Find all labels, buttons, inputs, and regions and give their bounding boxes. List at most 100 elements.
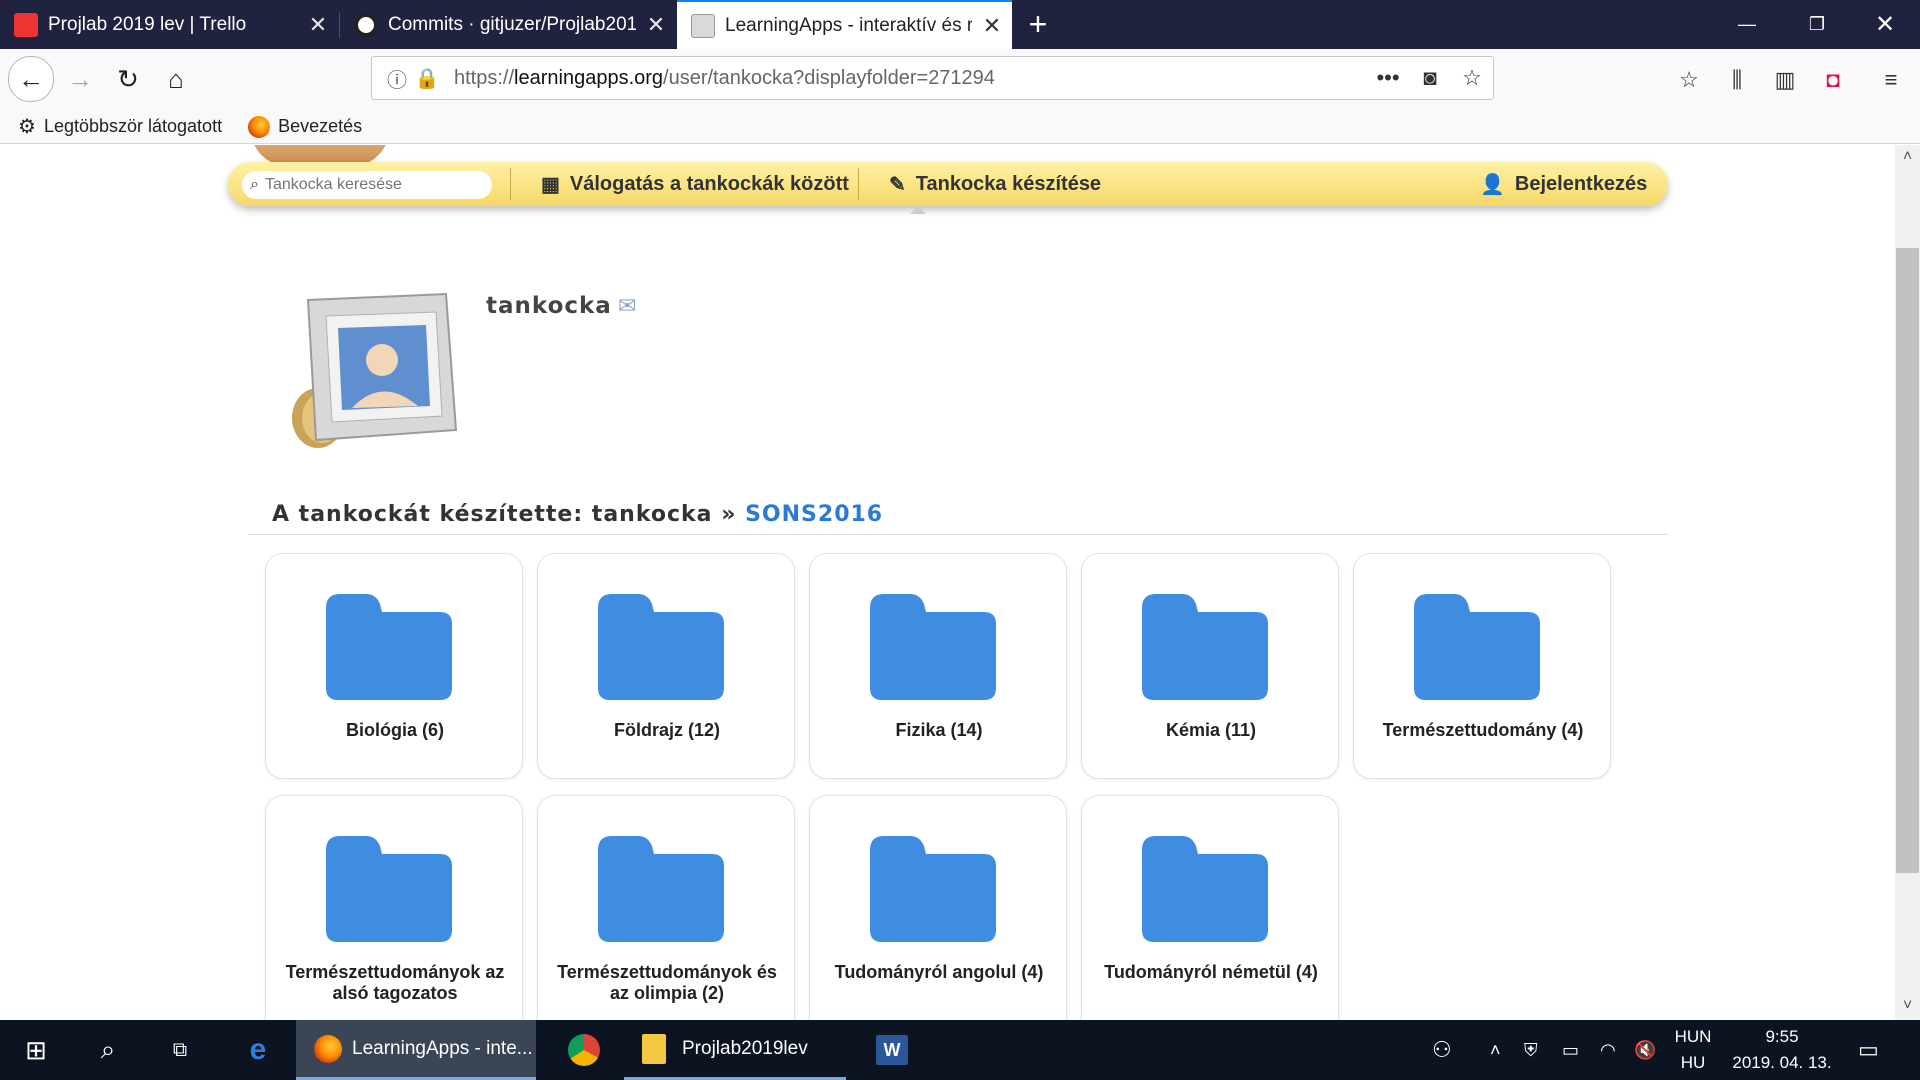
folder-label: Természettudományok az alsó tagozatos bbox=[285, 962, 505, 1003]
minimize-button[interactable]: — bbox=[1717, 0, 1777, 49]
firefox-icon bbox=[314, 1034, 342, 1063]
clock-time: 9:55 bbox=[1765, 1027, 1799, 1046]
breadcrumb-separator: » bbox=[721, 502, 737, 527]
clock-date: 2019. 04. 13. bbox=[1732, 1053, 1832, 1072]
folder-label: Tudományról angolul (4) bbox=[834, 962, 1044, 982]
notifications-icon[interactable]: ▭ bbox=[1858, 1020, 1879, 1080]
close-window-button[interactable]: ✕ bbox=[1855, 0, 1915, 49]
folder-card[interactable]: Természettudomány (4) bbox=[1353, 553, 1611, 779]
folder-icon bbox=[642, 1033, 666, 1064]
hamburger-menu-icon[interactable]: ≡ bbox=[1874, 63, 1908, 97]
library-icon[interactable]: ⫼ bbox=[1720, 63, 1754, 97]
show-hidden-icons-button[interactable]: ˄ bbox=[1490, 1020, 1501, 1080]
reload-button[interactable]: ↻ bbox=[106, 57, 150, 101]
folder-icon bbox=[326, 594, 452, 700]
search-button[interactable]: ⌕ bbox=[82, 1020, 134, 1080]
profile-username: tankocka bbox=[486, 293, 612, 319]
folder-card[interactable]: Természettudományok és az olimpia (2) bbox=[537, 795, 795, 1020]
bookmark-most-visited[interactable]: ⚙ Legtöbbször látogatott bbox=[18, 114, 222, 139]
pocket-icon[interactable]: ◙ bbox=[1409, 65, 1451, 91]
folder-icon bbox=[598, 836, 724, 942]
security-shield-icon[interactable]: ⛨ bbox=[1524, 1020, 1538, 1080]
folder-card[interactable]: Természettudományok az alsó tagozatos bbox=[265, 795, 523, 1020]
browser-tab-strip: Projlab 2019 lev | Trello ✕ Commits · gi… bbox=[0, 0, 1920, 49]
site-navigation-bar: ⌕ ▦ Válogatás a tankockák között ✎ Tanko… bbox=[228, 162, 1668, 214]
bookmark-getting-started[interactable]: Bevezetés bbox=[248, 115, 362, 138]
search-input[interactable] bbox=[264, 176, 465, 194]
taskbar-app-firefox[interactable]: LearningApps - inte... bbox=[296, 1020, 536, 1080]
page-actions-icon[interactable]: ••• bbox=[1367, 65, 1409, 91]
active-nav-indicator bbox=[910, 206, 926, 214]
folder-label: Kémia (11) bbox=[1165, 720, 1257, 740]
breadcrumb-current-folder[interactable]: SONS2016 bbox=[745, 502, 883, 527]
folder-card[interactable]: Biológia (6) bbox=[265, 553, 523, 779]
folder-icon bbox=[870, 836, 996, 942]
url-scheme: https:// bbox=[454, 66, 515, 89]
url-host: learningapps.org bbox=[514, 66, 664, 89]
extension-icon[interactable]: ◘ bbox=[1816, 63, 1850, 97]
github-favicon-icon bbox=[354, 12, 378, 37]
battery-icon[interactable]: ▭ bbox=[1562, 1020, 1579, 1080]
folder-card[interactable]: Tudományról németül (4) bbox=[1081, 795, 1339, 1020]
reload-icon: ↻ bbox=[117, 63, 139, 94]
nav-divider bbox=[510, 168, 511, 200]
folder-icon bbox=[1142, 836, 1268, 942]
taskbar-app-word[interactable]: W bbox=[858, 1020, 928, 1080]
folder-icon bbox=[598, 594, 724, 700]
tab-learningapps[interactable]: LearningApps - interaktív és multimédiás… bbox=[677, 0, 1012, 49]
sidebar-icon[interactable]: ▥ bbox=[1768, 63, 1802, 97]
tab-title: Projlab 2019 lev | Trello bbox=[48, 13, 247, 35]
folder-card[interactable]: Kémia (11) bbox=[1081, 553, 1339, 779]
home-button[interactable]: ⌂ bbox=[154, 57, 198, 101]
folder-label: Tudományról németül (4) bbox=[1104, 962, 1318, 982]
edge-taskbar-button[interactable]: e bbox=[232, 1020, 284, 1080]
bookmarks-menu-icon[interactable]: ☆ bbox=[1672, 63, 1706, 97]
close-tab-icon[interactable]: ✕ bbox=[636, 12, 676, 38]
new-tab-button[interactable]: + bbox=[1020, 6, 1056, 42]
tab-trello[interactable]: Projlab 2019 lev | Trello ✕ bbox=[0, 0, 338, 49]
volume-muted-icon[interactable]: 🔇 bbox=[1634, 1020, 1656, 1080]
trello-favicon-icon bbox=[14, 12, 38, 37]
folder-label: Fizika (14) bbox=[895, 720, 983, 740]
search-icon: ⌕ bbox=[100, 1034, 116, 1064]
login-link[interactable]: 👤 Bejelentkezés bbox=[1480, 162, 1647, 206]
close-tab-icon[interactable]: ✕ bbox=[298, 12, 338, 38]
input-language-indicator[interactable]: HUN HU bbox=[1668, 1020, 1718, 1080]
user-icon: 👤 bbox=[1480, 173, 1505, 196]
folder-card[interactable]: Tudományról angolul (4) bbox=[809, 795, 1067, 1020]
tab-github[interactable]: Commits · gitjuzer/Projlab2019lev ✕ bbox=[340, 0, 676, 49]
info-icon[interactable]: ⓘ bbox=[382, 64, 412, 93]
scrollbar-thumb[interactable] bbox=[1896, 248, 1919, 873]
bookmark-star-icon[interactable]: ☆ bbox=[1451, 65, 1493, 91]
search-box[interactable]: ⌕ bbox=[242, 171, 492, 199]
lock-icon: 🔒 bbox=[414, 67, 440, 90]
task-view-button[interactable]: ⧉ bbox=[154, 1020, 206, 1080]
browse-apps-link[interactable]: ▦ Válogatás a tankockák között bbox=[541, 162, 849, 206]
close-tab-icon[interactable]: ✕ bbox=[972, 13, 1012, 39]
breadcrumb-creator: A tankockát készítette: tankocka bbox=[272, 502, 713, 527]
folder-card[interactable]: Fizika (14) bbox=[809, 553, 1067, 779]
start-button[interactable]: ⊞ bbox=[10, 1020, 62, 1080]
back-button[interactable]: ← bbox=[8, 56, 54, 102]
browser-toolbar: ← → ↻ ⌂ ⓘ 🔒 https://learningapps.org/use… bbox=[0, 49, 1920, 110]
restore-button[interactable]: ❐ bbox=[1787, 0, 1847, 49]
arrow-left-icon: ← bbox=[18, 63, 44, 94]
folder-card[interactable]: Földrajz (12) bbox=[537, 553, 795, 779]
taskbar-app-explorer[interactable]: Projlab2019lev bbox=[624, 1020, 846, 1080]
taskbar-app-chrome[interactable] bbox=[550, 1020, 620, 1080]
url-text[interactable]: https://learningapps.org/user/tankocka?d… bbox=[454, 67, 1367, 90]
folder-label: Természettudományok és az olimpia (2) bbox=[557, 962, 777, 1003]
grid-icon: ▦ bbox=[541, 173, 560, 196]
windows-logo-icon: ⊞ bbox=[25, 1034, 47, 1065]
system-clock[interactable]: 9:55 2019. 04. 13. bbox=[1722, 1020, 1842, 1080]
word-icon: W bbox=[876, 1035, 908, 1065]
windows-taskbar: ⊞ ⌕ ⧉ e LearningApps - inte... Projlab20… bbox=[0, 1020, 1920, 1080]
mail-icon[interactable]: ✉ bbox=[618, 293, 636, 319]
forward-button[interactable]: → bbox=[58, 57, 102, 101]
address-bar[interactable]: ⓘ 🔒 https://learningapps.org/user/tankoc… bbox=[371, 56, 1494, 100]
wifi-icon[interactable]: ◠ bbox=[1600, 1020, 1616, 1080]
people-icon[interactable]: ⚇ bbox=[1432, 1020, 1452, 1080]
scroll-up-icon[interactable]: ˄ bbox=[1895, 148, 1920, 166]
create-app-link[interactable]: ✎ Tankocka készítése bbox=[889, 162, 1101, 206]
scroll-down-icon[interactable]: ˅ bbox=[1895, 997, 1920, 1015]
